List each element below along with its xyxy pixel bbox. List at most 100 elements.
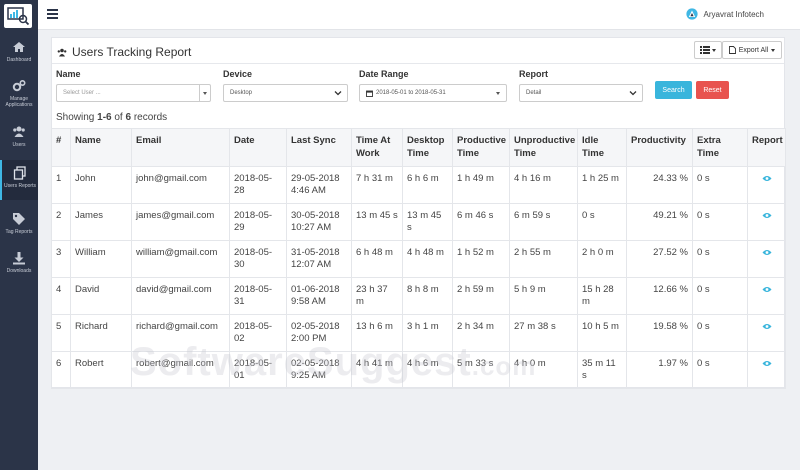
cell-name: Robert xyxy=(70,351,132,389)
view-report-eye-icon[interactable] xyxy=(762,360,772,367)
date-range-picker[interactable]: 2018-05-01 to 2018-05-31 xyxy=(359,84,507,102)
cell-productive-time: 5 m 33 s xyxy=(452,351,510,389)
column-header-report: Report xyxy=(747,128,786,167)
view-report-eye-icon[interactable] xyxy=(762,286,772,293)
column-header-date[interactable]: Date xyxy=(229,128,287,167)
sidebar: Dashboard Manage Applications Users User… xyxy=(0,0,38,470)
records-count: Showing 1-6 of 6 records xyxy=(56,112,167,123)
table-row: 1 John john@gmail.com 2018-05-28 29-05-2018 … xyxy=(51,166,786,204)
records-range: 1-6 xyxy=(97,112,112,123)
column-header-idle-time[interactable]: Idle Time xyxy=(577,128,627,167)
column-header-productivity[interactable]: Productivity xyxy=(626,128,693,167)
calendar-icon xyxy=(366,90,373,97)
date-range-value: 2018-05-01 to 2018-05-31 xyxy=(376,90,446,96)
cell-report xyxy=(747,240,786,278)
cell-time-at-work: 7 h 31 m xyxy=(351,166,403,204)
view-report-eye-icon[interactable] xyxy=(762,249,772,256)
column-header-productive-time[interactable]: Productive Time xyxy=(452,128,510,167)
user-select-placeholder: Select User ... xyxy=(63,90,101,96)
column-header-last-sync[interactable]: Last Sync xyxy=(286,128,352,167)
cell-unproductive-time: 4 h 16 m xyxy=(509,166,578,204)
sidebar-item-users-reports[interactable]: Users Reports xyxy=(0,160,38,200)
cell-time-at-work: 13 h 6 m xyxy=(351,314,403,352)
reset-button[interactable]: Reset xyxy=(696,81,729,99)
cell-index: 2 xyxy=(51,203,71,241)
cell-extra-time: 0 s xyxy=(692,166,748,204)
cell-index: 3 xyxy=(51,240,71,278)
export-all-label: Export All xyxy=(738,46,769,54)
table-row: 3 William william@gmail.com 2018-05-30 31-05… xyxy=(51,240,786,278)
cell-productivity: 19.58 % xyxy=(626,314,693,352)
sidebar-item-label: Users Reports xyxy=(4,183,36,189)
cell-productivity: 24.33 % xyxy=(626,166,693,204)
cell-idle-time: 10 h 5 m xyxy=(577,314,627,352)
sidebar-item-manage-applications[interactable]: Manage Applications xyxy=(0,79,38,115)
company-name: Aryavrat Infotech xyxy=(703,9,764,19)
download-icon xyxy=(13,252,25,265)
report-filter-label: Report xyxy=(519,69,548,79)
cell-date: 2018-05-31 xyxy=(229,277,287,315)
cell-last-sync: 02-05-2018 9:25 AM xyxy=(286,351,352,389)
list-icon xyxy=(700,46,710,54)
export-all-button[interactable]: Export All xyxy=(722,41,782,59)
sidebar-item-label: Downloads xyxy=(6,268,32,274)
column-header-name[interactable]: Name xyxy=(70,128,132,167)
app-logo[interactable] xyxy=(4,4,32,28)
sidebar-item-users[interactable]: Users xyxy=(0,125,38,161)
chevron-down-icon xyxy=(629,91,637,96)
menu-toggle-icon[interactable] xyxy=(47,9,58,19)
view-report-eye-icon[interactable] xyxy=(762,323,772,330)
company-menu[interactable]: Aryavrat Infotech xyxy=(685,8,764,20)
cell-index: 6 xyxy=(51,351,71,389)
cell-time-at-work: 13 m 45 s xyxy=(351,203,403,241)
chevron-down-icon xyxy=(712,48,716,52)
table-header-row: # Name Email Date Last Sync Time At Work… xyxy=(51,128,786,167)
table-row: 5 Richard richard@gmail.com 2018-05-02 02-05… xyxy=(51,314,786,352)
page-title: Users Tracking Report xyxy=(57,45,191,59)
column-header-index[interactable]: # xyxy=(51,128,71,167)
cell-extra-time: 0 s xyxy=(692,351,748,389)
company-logo-icon xyxy=(685,8,698,20)
cell-unproductive-time: 6 m 59 s xyxy=(509,203,578,241)
column-header-unproductive-time[interactable]: Unproductive Time xyxy=(509,128,578,167)
cell-desktop-time: 13 m 45 s xyxy=(402,203,453,241)
cell-desktop-time: 4 h 6 m xyxy=(402,351,453,389)
view-report-eye-icon[interactable] xyxy=(762,175,772,182)
column-header-time-at-work[interactable]: Time At Work xyxy=(351,128,403,167)
cell-extra-time: 0 s xyxy=(692,277,748,315)
table-row: 2 James james@gmail.com 2018-05-29 30-05-201… xyxy=(51,203,786,241)
cell-unproductive-time: 5 h 9 m xyxy=(509,277,578,315)
column-header-email[interactable]: Email xyxy=(131,128,230,167)
search-button[interactable]: Search xyxy=(655,81,692,99)
report-type-select[interactable]: Detail xyxy=(519,84,643,102)
cell-productive-time: 6 m 46 s xyxy=(452,203,510,241)
cell-email: robert@gmail.com xyxy=(131,351,230,389)
records-of: of xyxy=(111,112,126,123)
column-header-extra-time[interactable]: Extra Time xyxy=(692,128,748,167)
chevron-down-icon xyxy=(334,91,342,96)
cell-desktop-time: 4 h 48 m xyxy=(402,240,453,278)
sidebar-item-label: Users xyxy=(12,142,26,148)
sidebar-item-downloads[interactable]: Downloads xyxy=(0,251,38,287)
logo-icon xyxy=(7,7,30,26)
cell-name: William xyxy=(70,240,132,278)
cell-desktop-time: 6 h 6 m xyxy=(402,166,453,204)
cell-date: 2018-05-30 xyxy=(229,240,287,278)
cell-name: David xyxy=(70,277,132,315)
cell-idle-time: 1 h 25 m xyxy=(577,166,627,204)
device-select[interactable]: Desktop xyxy=(223,84,348,102)
sidebar-item-dashboard[interactable]: Dashboard xyxy=(0,40,38,76)
column-view-button[interactable] xyxy=(694,41,722,59)
cell-email: john@gmail.com xyxy=(131,166,230,204)
user-select[interactable]: Select User ... xyxy=(56,84,211,102)
column-header-desktop-time[interactable]: Desktop Time xyxy=(402,128,453,167)
cell-email: david@gmail.com xyxy=(131,277,230,315)
view-report-eye-icon[interactable] xyxy=(762,212,772,219)
cell-time-at-work: 23 h 37 m xyxy=(351,277,403,315)
cell-idle-time: 2 h 0 m xyxy=(577,240,627,278)
cell-idle-time: 0 s xyxy=(577,203,627,241)
users-icon xyxy=(13,126,25,137)
sidebar-item-tag-reports[interactable]: Tag Reports xyxy=(0,212,38,248)
cell-index: 1 xyxy=(51,166,71,204)
gears-icon xyxy=(12,79,26,92)
